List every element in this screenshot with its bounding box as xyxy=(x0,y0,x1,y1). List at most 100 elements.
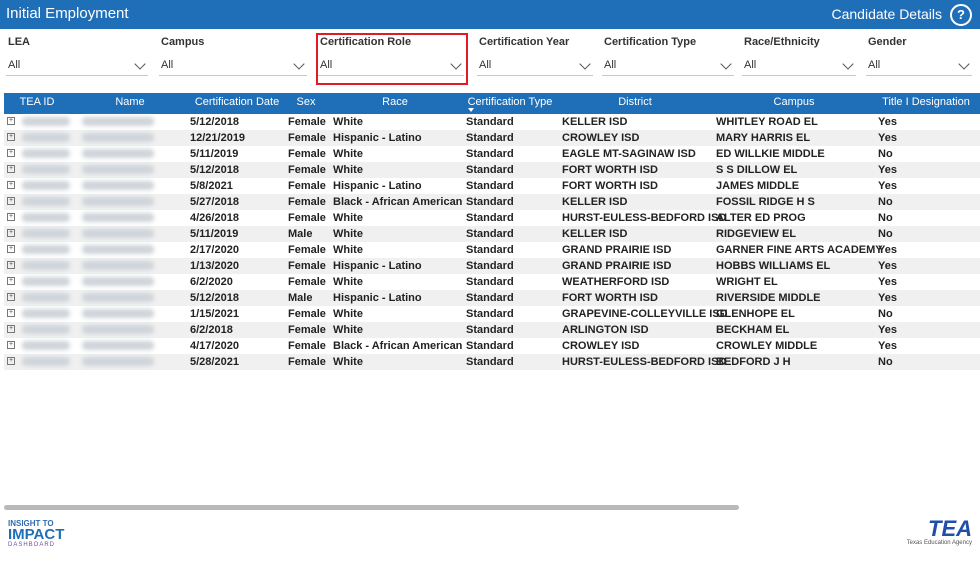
filter-dropdown[interactable]: All xyxy=(742,55,856,76)
table-row[interactable]: +1/13/2020 Female Hispanic - Latino Standar… xyxy=(4,258,980,274)
filter-certification-year[interactable]: Certification Year All xyxy=(477,36,593,76)
table-cell: Standard xyxy=(466,260,514,272)
filter-label: Gender xyxy=(868,36,907,48)
expand-row-icon[interactable]: + xyxy=(7,229,15,237)
table-cell: Female xyxy=(288,148,326,160)
filter-campus[interactable]: Campus All xyxy=(159,36,307,76)
expand-row-icon[interactable]: + xyxy=(7,293,15,301)
table-cell: Yes xyxy=(878,276,897,288)
column-header[interactable]: Race xyxy=(330,96,460,108)
candidate-details-link[interactable]: Candidate Details xyxy=(831,6,942,22)
expand-row-icon[interactable]: + xyxy=(7,133,15,141)
table-row[interactable]: +5/28/2021 Female White Standard HURST-EULES… xyxy=(4,354,980,370)
table-cell: MARY HARRIS EL xyxy=(716,132,811,144)
column-header[interactable]: Certification Type xyxy=(464,96,556,108)
table-cell: Female xyxy=(288,180,326,192)
table-cell: KELLER ISD xyxy=(562,116,628,128)
table-row[interactable]: +5/11/2019 Male White Standard KELLER ISD RID… xyxy=(4,226,980,242)
table-row[interactable]: +5/12/2018 Female White Standard KELLER ISD W… xyxy=(4,114,980,130)
filter-race-ethnicity[interactable]: Race/Ethnicity All xyxy=(742,36,856,76)
table-cell: No xyxy=(878,356,893,368)
tea-logo: TEA Texas Education Agency xyxy=(906,516,972,547)
column-header[interactable]: TEA ID xyxy=(14,96,60,108)
expand-row-icon[interactable]: + xyxy=(7,149,15,157)
redacted-tea-id xyxy=(22,245,70,254)
insight-to-impact-logo: INSIGHT TO IMPACT DASHBOARD xyxy=(8,519,65,548)
sort-descending-icon xyxy=(468,108,474,112)
expand-row-icon[interactable]: + xyxy=(7,309,15,317)
redacted-tea-id xyxy=(22,133,70,142)
column-header[interactable]: Title I Designation xyxy=(876,96,976,108)
help-icon[interactable]: ? xyxy=(950,4,972,26)
table-cell: BECKHAM EL xyxy=(716,324,790,336)
table-row[interactable]: +4/17/2020 Female Black - African American… xyxy=(4,338,980,354)
filter-lea[interactable]: LEA All xyxy=(6,36,148,76)
filter-certification-type[interactable]: Certification Type All xyxy=(602,36,734,76)
redacted-tea-id xyxy=(22,293,70,302)
table-cell: No xyxy=(878,212,893,224)
table-cell: White xyxy=(333,228,363,240)
table-header: TEA ID Name Certification Date Sex Race … xyxy=(4,93,980,114)
expand-row-icon[interactable]: + xyxy=(7,165,15,173)
column-header[interactable]: Sex xyxy=(286,96,326,108)
table-cell: Hispanic - Latino xyxy=(333,292,422,304)
table-cell: Yes xyxy=(878,132,897,144)
table-cell: Hispanic - Latino xyxy=(333,260,422,272)
table-row[interactable]: +5/11/2019 Female White Standard EAGLE MT-SA… xyxy=(4,146,980,162)
table-cell: No xyxy=(878,196,893,208)
table-cell: Standard xyxy=(466,148,514,160)
filter-gender[interactable]: Gender All xyxy=(866,36,972,76)
column-header[interactable]: District xyxy=(560,96,710,108)
table-row[interactable]: +5/8/2021 Female Hispanic - Latino Standard… xyxy=(4,178,980,194)
table-cell: Female xyxy=(288,260,326,272)
expand-row-icon[interactable]: + xyxy=(7,197,15,205)
redacted-name xyxy=(82,341,154,350)
table-row[interactable]: +5/12/2018 Female White Standard FORT WORTH … xyxy=(4,162,980,178)
table-row[interactable]: +6/2/2018 Female White Standard ARLINGTON IS… xyxy=(4,322,980,338)
expand-row-icon[interactable]: + xyxy=(7,357,15,365)
expand-row-icon[interactable]: + xyxy=(7,277,15,285)
table-cell: WHITLEY ROAD EL xyxy=(716,116,818,128)
column-header[interactable]: Name xyxy=(90,96,170,108)
redacted-name xyxy=(82,261,154,270)
filter-dropdown[interactable]: All xyxy=(6,55,148,76)
table-row[interactable]: +1/15/2021 Female White Standard GRAPEVINE-C… xyxy=(4,306,980,322)
table-cell: 5/11/2019 xyxy=(190,148,239,160)
table-body: +5/12/2018 Female White Standard KELLER ISD W… xyxy=(4,114,980,370)
expand-row-icon[interactable]: + xyxy=(7,245,15,253)
redacted-name xyxy=(82,197,154,206)
filter-dropdown[interactable]: All xyxy=(866,55,972,76)
redacted-tea-id xyxy=(22,341,70,350)
table-cell: KELLER ISD xyxy=(562,196,628,208)
column-header[interactable]: Certification Date xyxy=(190,96,284,108)
table-cell: 4/17/2020 xyxy=(190,340,239,352)
table-cell: Yes xyxy=(878,164,897,176)
expand-row-icon[interactable]: + xyxy=(7,181,15,189)
filter-dropdown[interactable]: All xyxy=(159,55,307,76)
table-row[interactable]: +6/2/2020 Female White Standard WEATHERFORD … xyxy=(4,274,980,290)
column-header[interactable]: Campus xyxy=(714,96,874,108)
table-cell: 4/26/2018 xyxy=(190,212,239,224)
filter-dropdown[interactable]: All xyxy=(602,55,734,76)
table-cell: FORT WORTH ISD xyxy=(562,164,658,176)
table-row[interactable]: +4/26/2018 Female White Standard HURST-EULES… xyxy=(4,210,980,226)
table-row[interactable]: +2/17/2020 Female White Standard GRAND PRAIR… xyxy=(4,242,980,258)
horizontal-scrollbar[interactable] xyxy=(4,505,739,510)
redacted-name xyxy=(82,165,154,174)
redacted-tea-id xyxy=(22,309,70,318)
expand-row-icon[interactable]: + xyxy=(7,325,15,333)
table-row[interactable]: +12/21/2019 Female Hispanic - Latino Standa… xyxy=(4,130,980,146)
filter-dropdown[interactable]: All xyxy=(477,55,593,76)
table-cell: ED WILLKIE MIDDLE xyxy=(716,148,825,160)
chevron-down-icon xyxy=(720,58,732,70)
table-cell: Female xyxy=(288,212,326,224)
table-row[interactable]: +5/27/2018 Female Black - African American… xyxy=(4,194,980,210)
table-row[interactable]: +5/12/2018 Male Hispanic - Latino Standard F… xyxy=(4,290,980,306)
filter-value: All xyxy=(161,59,174,71)
filter-label: Campus xyxy=(161,36,205,48)
expand-row-icon[interactable]: + xyxy=(7,117,15,125)
chevron-down-icon xyxy=(958,58,970,70)
expand-row-icon[interactable]: + xyxy=(7,213,15,221)
expand-row-icon[interactable]: + xyxy=(7,341,15,349)
expand-row-icon[interactable]: + xyxy=(7,261,15,269)
